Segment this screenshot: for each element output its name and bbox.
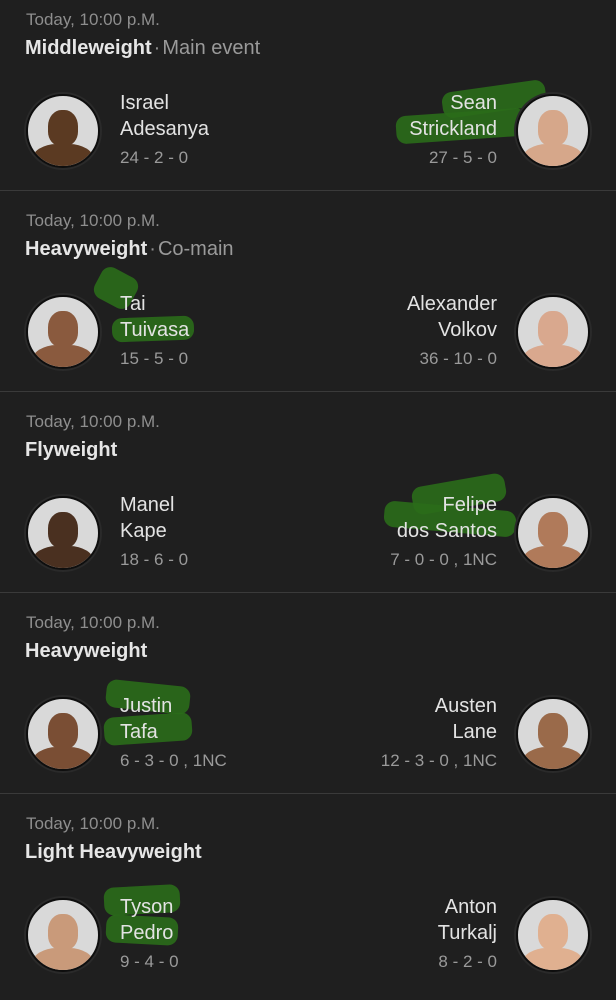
avatar-icon [48,713,78,749]
avatar-icon [538,713,568,749]
avatar-shoulders [522,546,584,568]
avatar-shoulders [32,144,94,166]
bout-note: Co-main [157,238,234,260]
fighter-name-right[interactable]: Anton Turkalj [438,894,497,946]
avatar-shoulders [522,747,584,769]
fight-card[interactable]: Today, 10:00 p.M. Middleweight · Main even… [0,0,616,191]
fight-time: Today, 10:00 p.M. [26,814,160,833]
weight-class: Flyweight [25,439,118,461]
fighter-name-left[interactable]: Tai Tuivasa [120,291,189,343]
fighter-first-name: Justin [120,695,173,717]
weight-class-line: Heavyweight · Co-main [25,238,234,261]
avatar-icon [48,512,78,548]
fighter-record-left: 15 - 5 - 0 [120,349,189,368]
fighter-last-name: dos Santos [396,520,497,542]
avatar-icon [48,311,78,347]
avatar-icon [48,110,78,146]
fighter-record-right: 27 - 5 - 0 [428,148,497,167]
fighter-avatar-right[interactable] [516,496,590,570]
fighter-name-left[interactable]: Justin Tafa [120,693,172,745]
fighter-last-name: Tafa [120,721,158,743]
avatar-icon [48,914,78,950]
fight-time: Today, 10:00 p.M. [26,412,160,431]
weight-class: Heavyweight [25,238,148,260]
fighter-avatar-right[interactable] [516,697,590,771]
fighter-last-name: Tuivasa [120,319,190,341]
fighter-last-name: Turkalj [437,922,497,944]
fighter-last-name: Adesanya [120,118,209,140]
fighter-first-name: Israel [120,92,169,114]
avatar-shoulders [32,948,94,970]
fighter-record-left: 6 - 3 - 0 , 1NC [120,751,227,770]
avatar-shoulders [522,144,584,166]
fighter-name-left[interactable]: Israel Adesanya [120,90,209,142]
fighter-avatar-left[interactable] [26,295,100,369]
fight-time: Today, 10:00 p.M. [26,613,160,632]
fight-card[interactable]: Today, 10:00 p.M. Light Heavyweight Tyso… [0,794,616,995]
fighter-avatar-left[interactable] [26,898,100,972]
fighter-name-left[interactable]: Tyson Pedro [120,894,173,946]
fighter-name-right[interactable]: Alexander Volkov [407,291,497,343]
fighter-first-name: Tai [120,293,146,315]
avatar-shoulders [32,345,94,367]
fighter-first-name: Felipe [442,494,497,516]
separator-dot: · [149,238,156,260]
fighter-record-right: 12 - 3 - 0 , 1NC [380,751,497,770]
fighter-avatar-left[interactable] [26,496,100,570]
fighter-avatar-right[interactable] [516,295,590,369]
avatar-shoulders [32,546,94,568]
weight-class-line: Middleweight · Main event [25,37,260,60]
weight-class: Middleweight [25,37,152,59]
avatar-icon [538,110,568,146]
weight-class-line: Light Heavyweight [25,841,206,864]
fighter-first-name: Manel [120,494,175,516]
fighter-name-right[interactable]: Felipe dos Santos [397,492,497,544]
avatar-icon [538,914,568,950]
separator-dot: · [153,37,161,59]
fighter-name-left[interactable]: Manel Kape [120,492,174,544]
weight-class-line: Heavyweight [25,640,151,663]
avatar-icon [538,311,568,347]
fighter-last-name: Kape [120,520,167,542]
fighter-name-right[interactable]: Austen Lane [435,693,497,745]
fighter-avatar-left[interactable] [26,94,100,168]
fight-list: Today, 10:00 p.M. Middleweight · Main even… [0,0,616,995]
weight-class-line: Flyweight [25,439,121,462]
bout-note: Main event [162,37,261,59]
fighter-last-name: Strickland [409,118,497,140]
avatar-shoulders [522,948,584,970]
fighter-first-name: Tyson [120,896,174,918]
fighter-first-name: Austen [434,695,497,717]
weight-class: Light Heavyweight [25,841,202,863]
fighter-avatar-left[interactable] [26,697,100,771]
fighter-record-left: 18 - 6 - 0 [120,550,189,569]
fight-card[interactable]: Today, 10:00 p.M. Flyweight Manel Kape 1… [0,392,616,593]
fighter-record-right: 7 - 0 - 0 , 1NC [390,550,497,569]
fighter-last-name: Lane [452,721,498,743]
avatar-shoulders [522,345,584,367]
fighter-record-left: 24 - 2 - 0 [120,148,189,167]
fighter-avatar-right[interactable] [516,94,590,168]
fighter-record-left: 9 - 4 - 0 [120,952,179,971]
weight-class: Heavyweight [25,640,148,662]
fight-time: Today, 10:00 p.M. [26,211,160,230]
avatar-icon [538,512,568,548]
avatar-shoulders [32,747,94,769]
fighter-avatar-right[interactable] [516,898,590,972]
fighter-record-right: 36 - 10 - 0 [419,349,498,368]
fighter-first-name: Anton [444,896,497,918]
fighter-last-name: Volkov [438,319,497,341]
fighter-last-name: Pedro [120,922,174,944]
fighter-first-name: Sean [450,92,497,114]
fight-card[interactable]: Today, 10:00 p.M. Heavyweight Justin Taf… [0,593,616,794]
fighter-record-right: 8 - 2 - 0 [438,952,497,971]
fight-time: Today, 10:00 p.M. [26,10,160,29]
fighter-name-right[interactable]: Sean Strickland [409,90,497,142]
fight-card[interactable]: Today, 10:00 p.M. Heavyweight · Co-main Ta… [0,191,616,392]
fighter-first-name: Alexander [406,293,497,315]
